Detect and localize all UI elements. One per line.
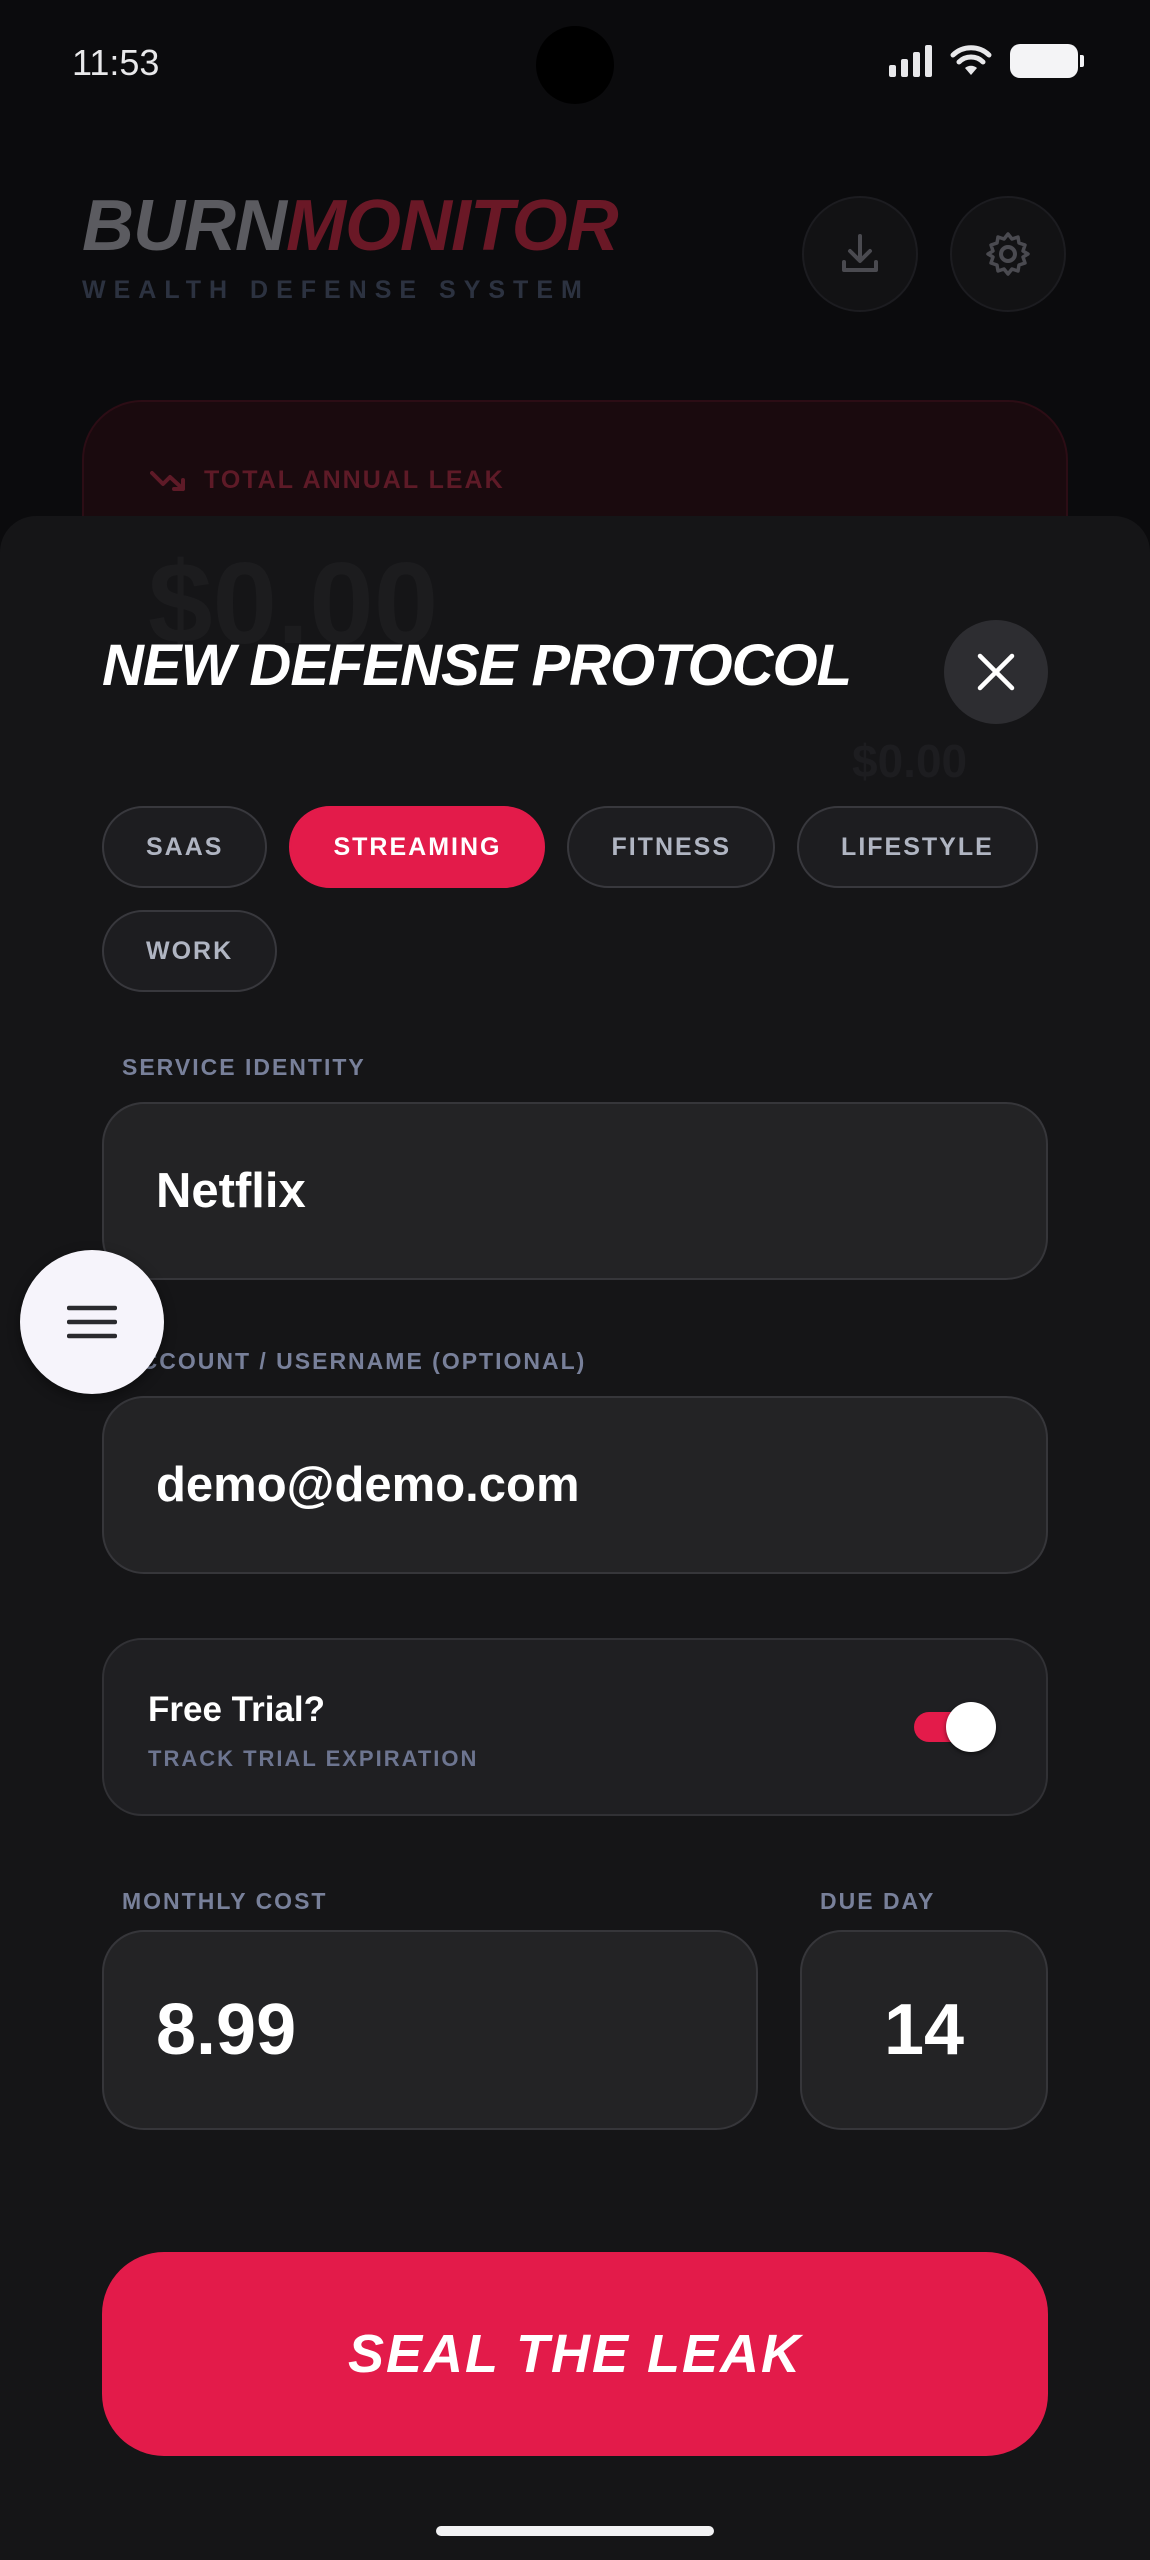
app-tagline: WEALTH DEFENSE SYSTEM [82,276,590,304]
status-time: 11:53 [72,42,160,83]
summary-secondary-amount: $0.00 [852,735,968,787]
download-icon [842,234,878,272]
status-icons [889,44,1084,78]
category-chips: SAAS STREAMING FITNESS LIFESTYLE WORK [102,806,1062,992]
account-input[interactable]: demo@demo.com [102,1396,1048,1574]
menu-icon [67,1305,117,1339]
free-trial-toggle[interactable] [912,1702,996,1752]
seal-the-leak-button[interactable]: SEAL THE LEAK [102,2252,1048,2456]
monthly-cost-input[interactable]: 8.99 [102,1930,758,2130]
category-chip-fitness[interactable]: FITNESS [567,806,776,888]
close-icon [977,653,1015,691]
app-header: BURNMONITOR WEALTH DEFENSE SYSTEM [82,186,619,305]
free-trial-title: Free Trial? [148,1690,326,1729]
sheet-title: NEW DEFENSE PROTOCOL [102,633,852,698]
gear-icon [986,232,1030,276]
summary-label: TOTAL ANNUAL LEAK [150,466,505,495]
download-button[interactable] [802,196,918,312]
category-chip-lifestyle[interactable]: LIFESTYLE [797,806,1038,888]
signal-icon [889,45,932,77]
home-indicator[interactable] [436,2526,714,2536]
monthly-cost-label: MONTHLY COST [122,1888,328,1914]
category-chip-streaming[interactable]: STREAMING [289,806,546,888]
app-screen: 11:53 BURNMONITOR WEALTH DEFENSE SYSTEM [0,0,1150,2560]
free-trial-row: Free Trial? TRACK TRIAL EXPIRATION [102,1638,1048,1816]
service-input[interactable]: Netflix [102,1102,1048,1280]
app-logo: BURNMONITOR [82,186,619,266]
due-day-label: DUE DAY [820,1888,936,1914]
close-button[interactable] [944,620,1048,724]
service-label: SERVICE IDENTITY [122,1054,366,1080]
settings-button[interactable] [950,196,1066,312]
due-day-input[interactable]: 14 [800,1930,1048,2130]
menu-button[interactable] [20,1250,164,1394]
new-protocol-sheet: $0.00 $0.00 NEW DEFENSE PROTOCOL SAAS ST… [0,516,1150,2560]
category-chip-saas[interactable]: SAAS [102,806,268,888]
account-label: ACCOUNT / USERNAME (OPTIONAL) [122,1348,587,1374]
camera-cutout [536,26,614,104]
free-trial-subtitle: TRACK TRIAL EXPIRATION [148,1746,479,1771]
status-bar: 11:53 [0,0,1150,130]
wifi-icon [950,45,992,75]
trend-down-icon [150,470,185,491]
category-chip-work[interactable]: WORK [102,910,278,992]
battery-icon [1010,44,1084,78]
